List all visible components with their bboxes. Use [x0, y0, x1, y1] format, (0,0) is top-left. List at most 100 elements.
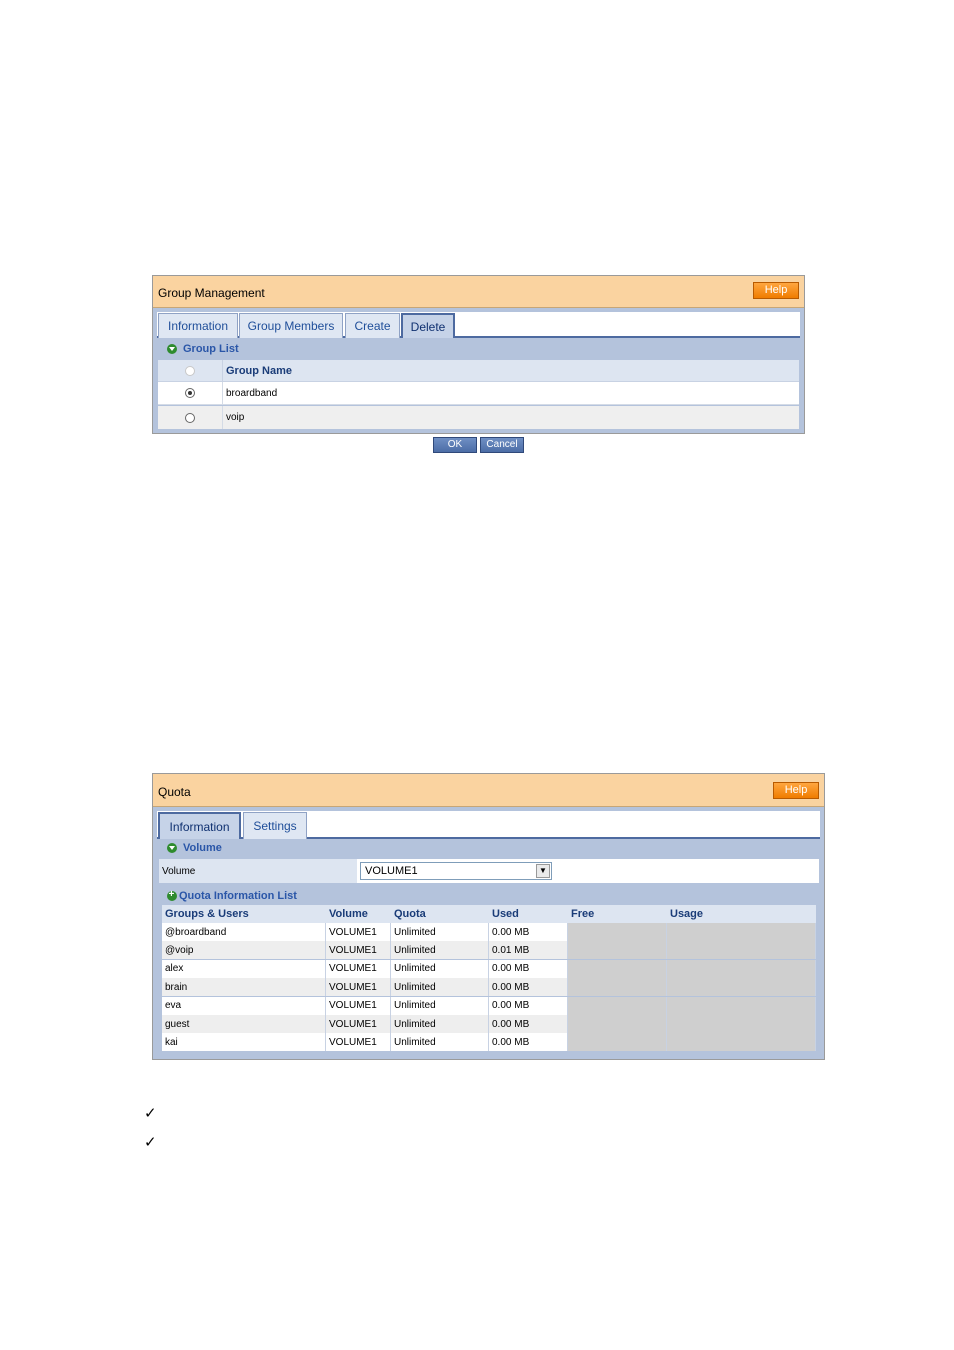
column-header-group-name[interactable]: Group Name — [223, 360, 799, 381]
volume-cell: VOLUME1 — [326, 996, 391, 1015]
select-all-cell — [158, 360, 223, 381]
ok-button[interactable]: OK — [433, 437, 477, 453]
tab-information[interactable]: Information — [158, 812, 241, 839]
tab-information[interactable]: Information — [158, 313, 238, 338]
volume-cell: VOLUME1 — [326, 941, 391, 960]
checkmark-icon: ✓ — [144, 1105, 157, 1122]
radio-broardband[interactable] — [185, 388, 195, 398]
volume-select-cell: VOLUME1 ▼ — [357, 859, 819, 883]
group-name-cell: voip — [226, 412, 245, 423]
panel-header: Group Management Help — [153, 276, 804, 308]
column-header-quota[interactable]: Quota — [391, 905, 489, 923]
usage-cell — [667, 959, 816, 978]
user-cell: guest — [162, 1015, 326, 1033]
user-cell: alex — [162, 959, 326, 978]
quota-cell: Unlimited — [391, 941, 489, 960]
help-button[interactable]: Help — [753, 282, 799, 299]
group-management-panel: Group Management Help Information Group … — [152, 275, 805, 434]
used-cell: 0.00 MB — [489, 978, 568, 997]
quota-table-header: Groups & Users Volume Quota Used Free Us… — [162, 905, 816, 923]
column-header-volume[interactable]: Volume — [326, 905, 391, 923]
tab-bar: Information Group Members Create Delete — [157, 312, 800, 338]
tab-create[interactable]: Create — [345, 313, 400, 338]
user-cell: kai — [162, 1033, 326, 1052]
quota-cell: Unlimited — [391, 978, 489, 997]
usage-cell — [667, 996, 816, 1015]
quota-list-section-label: Quota Information List — [167, 889, 297, 902]
table-row[interactable]: voip — [158, 406, 799, 429]
free-cell — [568, 978, 667, 997]
user-cell: eva — [162, 996, 326, 1015]
collapse-arrow-icon[interactable] — [167, 344, 177, 354]
user-cell: @voip — [162, 941, 326, 960]
free-cell — [568, 959, 667, 978]
volume-cell: VOLUME1 — [326, 978, 391, 997]
quota-cell: Unlimited — [391, 923, 489, 941]
chevron-down-icon[interactable]: ▼ — [536, 864, 550, 878]
tab-bar: Information Settings — [157, 811, 820, 839]
free-cell — [568, 923, 667, 941]
table-row[interactable]: @broardband VOLUME1 Unlimited 0.00 MB — [162, 923, 816, 941]
usage-cell — [667, 941, 816, 960]
used-cell: 0.00 MB — [489, 959, 568, 978]
quota-cell: Unlimited — [391, 996, 489, 1015]
used-cell: 0.01 MB — [489, 941, 568, 960]
cancel-button[interactable]: Cancel — [480, 437, 524, 453]
table-row[interactable]: guest VOLUME1 Unlimited 0.00 MB — [162, 1015, 816, 1033]
user-cell: @broardband — [162, 923, 326, 941]
used-cell: 0.00 MB — [489, 996, 568, 1015]
volume-select[interactable]: VOLUME1 ▼ — [360, 862, 552, 880]
table-row[interactable]: eva VOLUME1 Unlimited 0.00 MB — [162, 996, 816, 1015]
usage-cell — [667, 1033, 816, 1052]
volume-select-value: VOLUME1 — [365, 865, 418, 877]
user-cell: brain — [162, 978, 326, 997]
used-cell: 0.00 MB — [489, 923, 568, 941]
radio-cell — [158, 406, 223, 429]
used-cell: 0.00 MB — [489, 1033, 568, 1052]
volume-cell: VOLUME1 — [326, 959, 391, 978]
panel-title: Quota — [158, 785, 191, 799]
group-list-section-label: Group List — [167, 343, 239, 355]
volume-cell: VOLUME1 — [326, 1033, 391, 1052]
volume-cell: VOLUME1 — [326, 1015, 391, 1033]
usage-cell — [667, 978, 816, 997]
volume-field-label: Volume — [159, 859, 357, 883]
radio-voip[interactable] — [185, 412, 195, 423]
panel-header: Quota Help — [153, 774, 824, 807]
usage-cell — [667, 923, 816, 941]
tab-delete[interactable]: Delete — [401, 313, 455, 338]
table-row[interactable]: kai VOLUME1 Unlimited 0.00 MB — [162, 1033, 816, 1052]
add-icon[interactable] — [167, 889, 177, 901]
column-header-used[interactable]: Used — [489, 905, 568, 923]
group-table-header: Group Name — [158, 360, 799, 382]
tab-group-members[interactable]: Group Members — [239, 313, 343, 338]
radio-cell — [158, 382, 223, 404]
usage-cell — [667, 1015, 816, 1033]
free-cell — [568, 1033, 667, 1052]
used-cell: 0.00 MB — [489, 1015, 568, 1033]
volume-cell: VOLUME1 — [326, 923, 391, 941]
free-cell — [568, 941, 667, 960]
volume-section-label: Volume — [167, 842, 222, 854]
table-row[interactable]: alex VOLUME1 Unlimited 0.00 MB — [162, 959, 816, 978]
column-header-usage[interactable]: Usage — [667, 905, 816, 923]
quota-panel: Quota Help Information Settings Volume V… — [152, 773, 825, 1060]
column-header-groups-users[interactable]: Groups & Users — [162, 905, 326, 923]
free-cell — [568, 1015, 667, 1033]
quota-cell: Unlimited — [391, 959, 489, 978]
table-row[interactable]: brain VOLUME1 Unlimited 0.00 MB — [162, 978, 816, 997]
help-button[interactable]: Help — [773, 782, 819, 799]
group-name-cell: broardband — [226, 387, 278, 399]
checkmark-icon: ✓ — [144, 1134, 157, 1151]
tab-settings[interactable]: Settings — [243, 812, 307, 839]
table-row[interactable]: broardband — [158, 382, 799, 405]
volume-row: Volume VOLUME1 ▼ — [159, 859, 819, 883]
panel-title: Group Management — [158, 286, 265, 300]
collapse-arrow-icon[interactable] — [167, 843, 177, 853]
quota-cell: Unlimited — [391, 1033, 489, 1052]
table-row[interactable]: @voip VOLUME1 Unlimited 0.01 MB — [162, 941, 816, 960]
radio-header-disabled — [185, 365, 195, 376]
free-cell — [568, 996, 667, 1015]
column-header-free[interactable]: Free — [568, 905, 667, 923]
quota-cell: Unlimited — [391, 1015, 489, 1033]
